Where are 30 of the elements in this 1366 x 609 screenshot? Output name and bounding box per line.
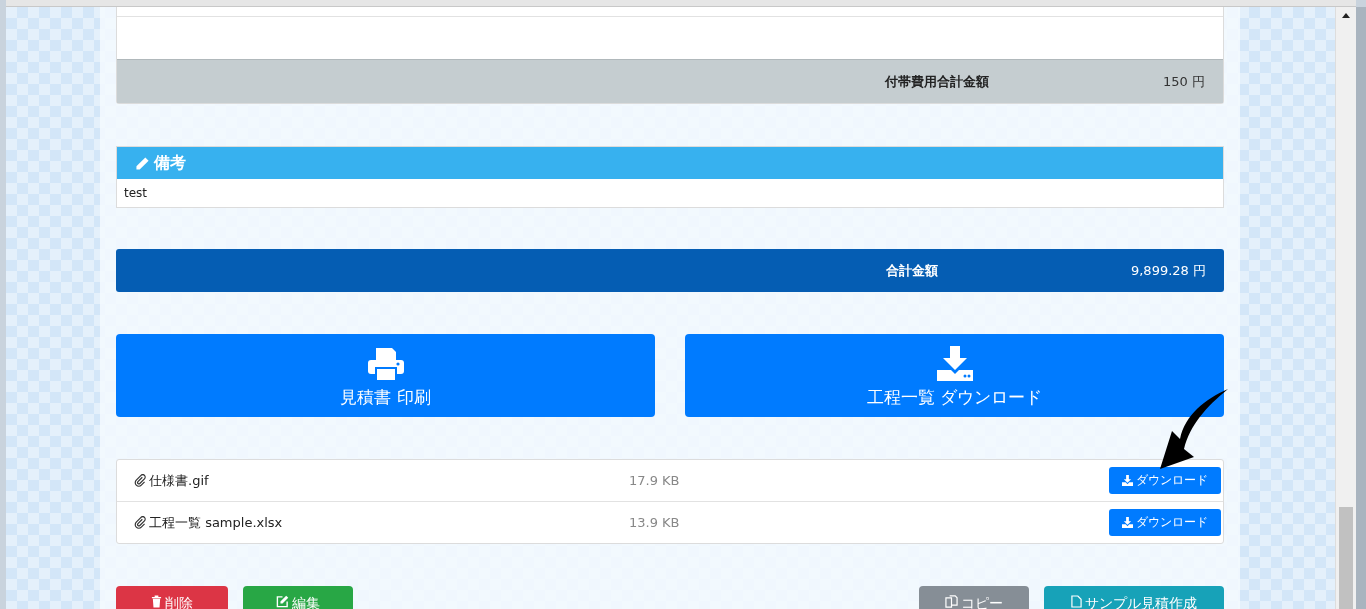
notes-title: 備考 <box>154 152 186 174</box>
paperclip-icon <box>134 474 146 487</box>
download-button[interactable]: ダウンロード <box>1109 467 1221 494</box>
edit-icon <box>276 595 289 608</box>
scrollbar-thumb[interactable] <box>1339 507 1353 609</box>
file-link[interactable]: 工程一覧 sample.xlsx <box>149 513 283 532</box>
file-size: 17.9 KB <box>629 473 681 488</box>
file-size: 13.9 KB <box>629 515 681 530</box>
print-button[interactable]: 見積書 印刷 <box>116 334 655 417</box>
pencil-icon <box>135 155 150 171</box>
download-button[interactable]: 工程一覧 ダウンロード <box>685 334 1224 417</box>
edit-button[interactable]: 編集 <box>243 586 353 609</box>
grand-total-label: 合計金額 <box>886 261 939 280</box>
download-icon <box>1122 517 1133 528</box>
file-icon <box>1071 595 1082 608</box>
notes-body: test <box>123 185 149 202</box>
scroll-up-icon[interactable] <box>1342 13 1350 18</box>
download-icon <box>934 345 975 382</box>
trash-icon <box>151 595 162 608</box>
extras-total-amount: 150 円 <box>1162 72 1206 91</box>
copy-icon <box>945 595 958 608</box>
file-link[interactable]: 仕様書.gif <box>149 471 209 490</box>
copy-button[interactable]: コピー <box>919 586 1029 609</box>
paperclip-icon <box>134 516 146 529</box>
scrollbar[interactable] <box>1335 7 1356 609</box>
printer-icon <box>365 345 406 382</box>
grand-total-amount: 9,899.28 円 <box>1129 261 1207 280</box>
download-button[interactable]: ダウンロード <box>1109 509 1221 536</box>
extras-total-label: 付帯費用合計金額 <box>885 72 990 91</box>
download-icon <box>1122 475 1133 486</box>
